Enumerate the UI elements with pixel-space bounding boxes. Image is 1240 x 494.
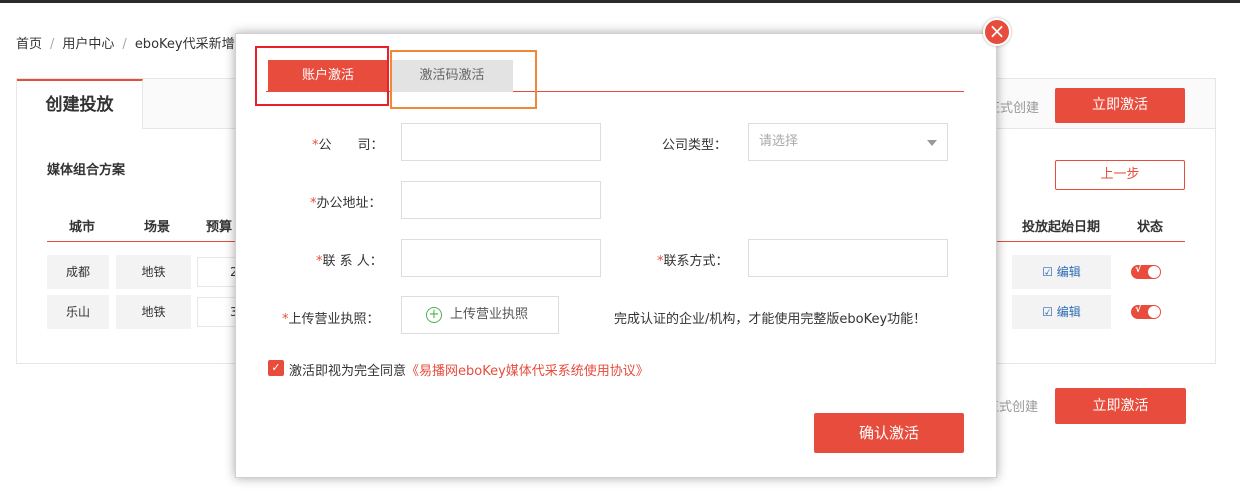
contact-method-input[interactable] [748,239,948,277]
table-row-1-scene: 地铁 [116,255,191,289]
breadcrumb-current: eboKey代采新增 [134,37,235,52]
breadcrumb-home[interactable]: 首页 [16,37,42,52]
table-row-1-budget-input[interactable]: 2 [197,257,238,287]
company-type-label: 公司类型： [662,138,728,153]
media-plan-title: 媒体组合方案 [47,163,126,178]
breadcrumb-user-center[interactable]: 用户中心 [62,37,114,52]
edit-icon: ☑ [1042,305,1057,319]
column-header-status: 状态 [1137,220,1164,235]
agreement-checkbox[interactable]: ✓ [268,360,284,376]
table-row-2-status-toggle[interactable]: √ [1131,304,1161,319]
agreement-text: 激活即视为完全同意《易播网eboKey媒体代采系统使用协议》 [289,364,649,379]
company-type-placeholder: 请选择 [759,134,799,149]
contact-label: *联 系 人： [316,254,383,269]
highlight-box-orange [390,50,537,109]
agreement-link[interactable]: 《易播网eboKey媒体代采系统使用协议》 [406,364,649,379]
column-header-scene: 场景 [144,220,171,235]
table-row-2-city: 乐山 [47,295,109,329]
check-icon: √ [1135,304,1142,315]
plus-circle-icon: + [426,307,442,323]
activation-modal: 账户激活 激活码激活 *公 司： 公司类型： 请选择 *办公地址： *联 系 人… [235,33,997,478]
edit-icon: ☑ [1042,265,1057,279]
table-row-2-edit[interactable]: ☑ 编辑 [1012,295,1111,329]
table-row-1-edit[interactable]: ☑ 编辑 [1012,255,1111,289]
company-label: *公 司： [312,138,384,153]
company-type-select[interactable]: 请选择 [748,123,948,161]
license-label: *上传营业执照： [282,312,380,327]
bottom-activate-now-button[interactable]: 立即激活 [1055,388,1186,424]
check-icon: ✓ [271,361,281,374]
company-input[interactable] [401,123,601,161]
close-icon[interactable]: × [983,18,1011,46]
prev-step-button[interactable]: 上一步 [1055,160,1185,190]
table-row-2-budget-input[interactable]: 3 [197,297,238,327]
tab-create-campaign[interactable]: 创建投放 [17,79,143,129]
check-icon: √ [1135,264,1142,275]
column-header-start-date: 投放起始日期 [1022,220,1101,235]
table-row-1-status-toggle[interactable]: √ [1131,264,1161,279]
contact-input[interactable] [401,239,601,277]
table-row-2-scene: 地铁 [116,295,191,329]
breadcrumb: 首页 / 用户中心 / eboKey代采新增 [16,37,235,52]
certification-notice: 完成认证的企业/机构，才能使用完整版eboKey功能！ [614,312,927,327]
confirm-activation-button[interactable]: 确认激活 [814,413,964,453]
highlight-box-red [255,46,389,106]
column-header-city: 城市 [69,220,96,235]
contact-method-label: *联系方式： [657,254,729,269]
activate-now-button[interactable]: 立即激活 [1055,88,1185,123]
office-address-input[interactable] [401,181,601,219]
upload-license-button[interactable]: + 上传营业执照 [401,296,559,334]
column-header-budget: 预算 [206,220,233,235]
upload-license-label: 上传营业执照 [450,307,529,322]
table-row-1-city: 成都 [47,255,109,289]
office-address-label: *办公地址： [310,196,382,211]
caret-down-icon [927,140,937,146]
